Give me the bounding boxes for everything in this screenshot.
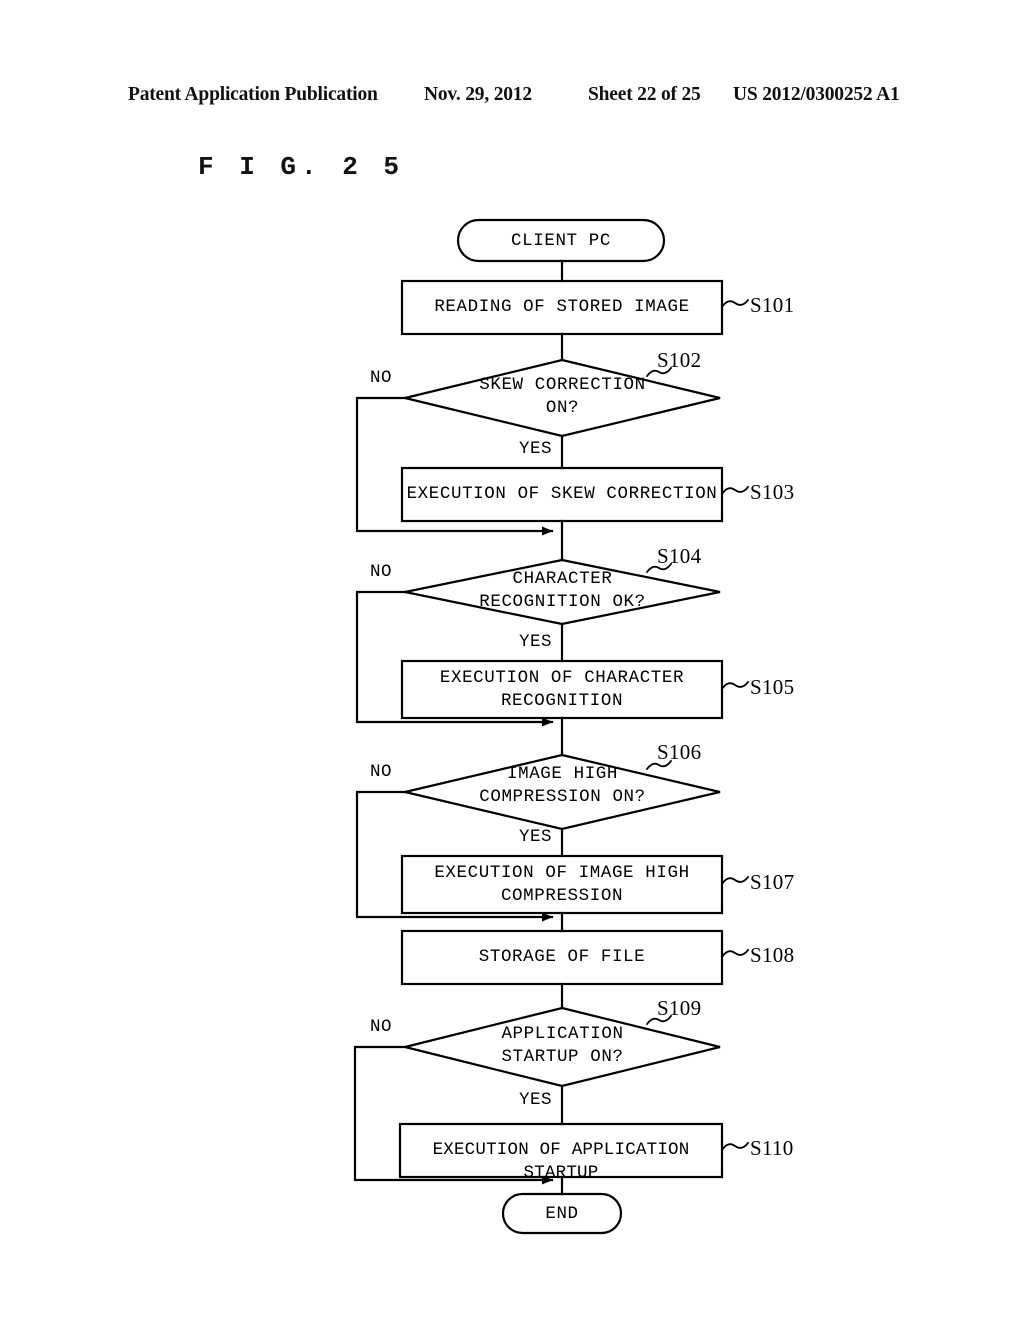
node-s104 [404, 558, 721, 626]
branch-label-yes-s102: YES [519, 439, 553, 459]
node-end [501, 1192, 623, 1235]
branch-label-yes-s109: YES [519, 1090, 553, 1110]
node-s108 [400, 929, 724, 986]
branch-label-no-s102: NO [370, 368, 393, 388]
step-label-s107: S107 [750, 870, 795, 894]
node-client-pc [456, 218, 666, 263]
node-s107 [400, 854, 724, 915]
node-s110 [398, 1122, 724, 1179]
branch-label-yes-s106: YES [519, 827, 553, 847]
step-label-s105: S105 [750, 675, 795, 699]
flowchart: CLIENT PC READING OF STORED IMAGE SKEW C… [0, 0, 1024, 1320]
node-s103 [400, 466, 724, 523]
branch-label-no-s109: NO [370, 1017, 393, 1037]
node-s105 [400, 659, 724, 720]
branch-label-yes-s104: YES [519, 632, 553, 652]
step-label-s101: S101 [750, 293, 795, 317]
step-label-s106: S106 [657, 740, 702, 764]
node-s106 [404, 753, 721, 831]
step-label-s108: S108 [750, 943, 795, 967]
step-label-s103: S103 [750, 480, 795, 504]
branch-label-no-s104: NO [370, 562, 393, 582]
step-label-s110: S110 [750, 1136, 794, 1160]
step-label-s109: S109 [657, 996, 702, 1020]
node-s101 [400, 279, 724, 336]
step-label-s104: S104 [657, 544, 702, 568]
branch-label-no-s106: NO [370, 762, 393, 782]
step-label-s102: S102 [657, 348, 702, 372]
flowchart-graphics [353, 218, 750, 1235]
